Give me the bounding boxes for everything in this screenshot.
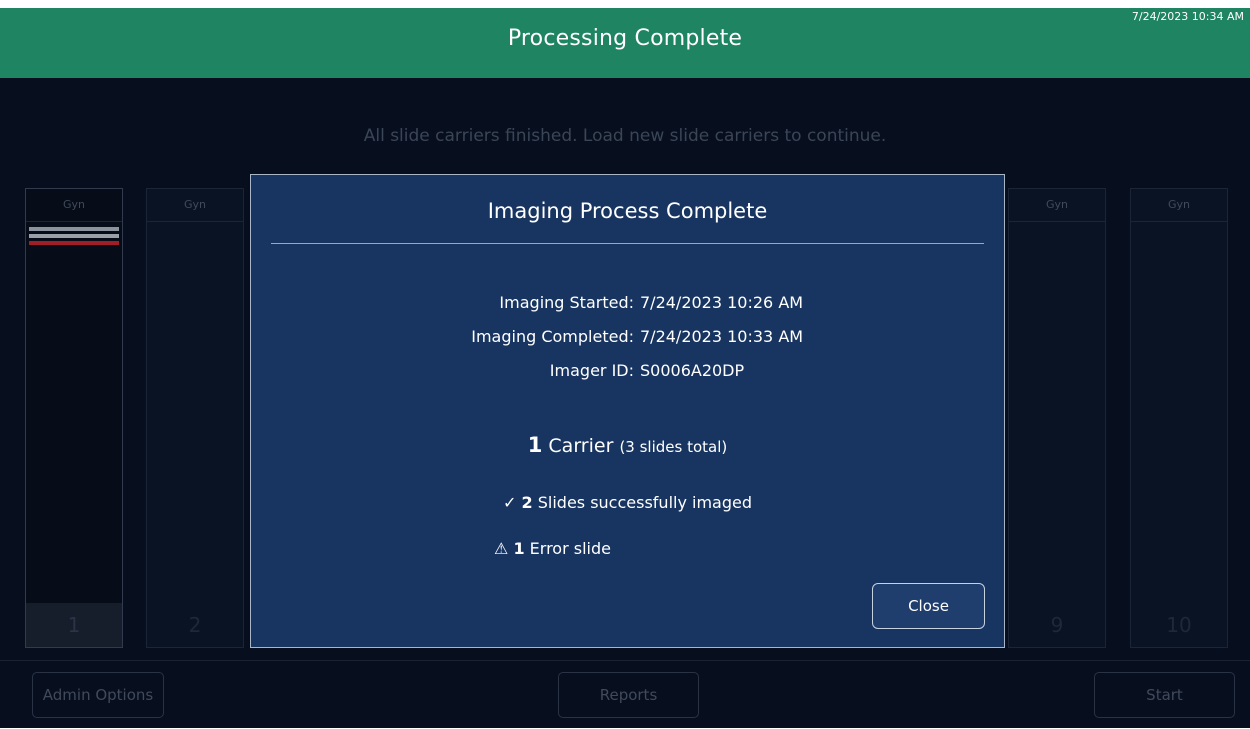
- carrier-type-label: Gyn: [26, 189, 122, 222]
- carrier-type-label: Gyn: [1009, 189, 1105, 222]
- carrier-type-label: Gyn: [1131, 189, 1227, 222]
- carrier-number: 2: [188, 613, 202, 637]
- page-title: Processing Complete: [507, 26, 743, 51]
- checkmark-icon: ✓: [503, 493, 517, 512]
- carrier-slot-9[interactable]: Gyn 9: [1008, 188, 1106, 648]
- success-text: Slides successfully imaged: [537, 493, 752, 512]
- warning-icon: ⚠: [494, 539, 509, 558]
- imaging-started-value: 7/24/2023 10:26 AM: [640, 293, 804, 312]
- success-count: 2: [521, 493, 533, 512]
- error-stat: ⚠ 1 Error slide: [101, 539, 1004, 558]
- dialog-title: Imaging Process Complete: [487, 199, 768, 223]
- carrier-summary: 1 Carrier (3 slides total): [251, 433, 1004, 457]
- reports-button[interactable]: Reports: [558, 672, 699, 718]
- carrier-word: Carrier: [548, 435, 614, 457]
- carrier-number: 9: [1050, 613, 1064, 637]
- imaging-completed-label: Imaging Completed:: [471, 327, 634, 346]
- divider: [271, 243, 984, 244]
- carrier-count: 1: [527, 433, 543, 457]
- imaging-started-label: Imaging Started:: [499, 293, 634, 312]
- imaging-complete-dialog: Imaging Process Complete Imaging Started…: [250, 174, 1005, 648]
- imaging-completed-value: 7/24/2023 10:33 AM: [640, 327, 804, 346]
- carrier-slot-1[interactable]: Gyn 1: [25, 188, 123, 648]
- error-count: 1: [513, 539, 525, 558]
- imager-id-value: S0006A20DP: [640, 361, 745, 380]
- error-text: Error slide: [529, 539, 611, 558]
- carrier-number: 1: [26, 603, 122, 647]
- start-button[interactable]: Start: [1094, 672, 1235, 718]
- header-bar: Processing Complete 7/24/2023 10:34 AM: [0, 8, 1250, 78]
- carrier-type-label: Gyn: [147, 189, 243, 222]
- carrier-slot-2[interactable]: Gyn 2: [146, 188, 244, 648]
- slides-total: (3 slides total): [619, 438, 728, 456]
- instruction-text: All slide carriers finished. Load new sl…: [363, 126, 887, 146]
- app-screen: Processing Complete 7/24/2023 10:34 AM A…: [0, 8, 1250, 728]
- carrier-number: 10: [1166, 613, 1192, 637]
- slide-slot-error: [29, 241, 119, 245]
- carrier-slot-10[interactable]: Gyn 10: [1130, 188, 1228, 648]
- imager-id-label: Imager ID:: [549, 361, 634, 380]
- slide-slots: [29, 227, 119, 248]
- clock: 7/24/2023 10:34 AM: [1131, 10, 1244, 23]
- success-stat: ✓ 2 Slides successfully imaged: [251, 493, 1004, 512]
- slide-slot: [29, 234, 119, 238]
- close-button[interactable]: Close: [872, 583, 985, 629]
- slide-slot: [29, 227, 119, 231]
- admin-options-button[interactable]: Admin Options: [32, 672, 164, 718]
